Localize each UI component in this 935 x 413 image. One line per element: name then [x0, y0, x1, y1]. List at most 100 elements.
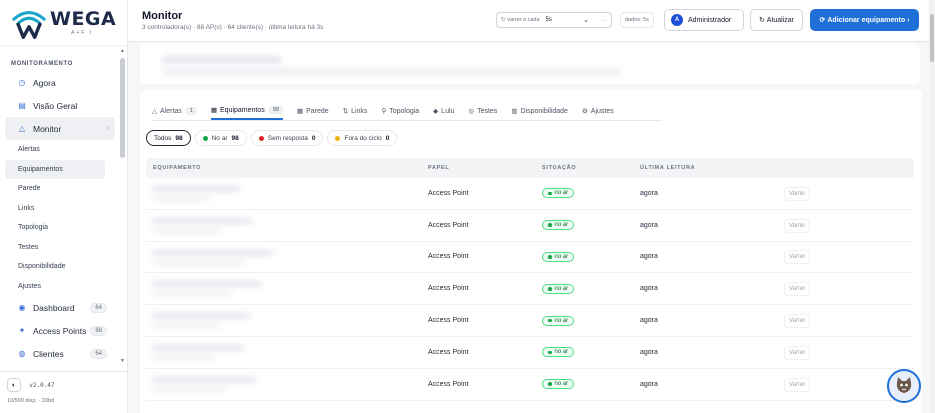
scroll-up-icon[interactable]: ▲ — [120, 48, 125, 54]
status-cell: no ar — [542, 379, 640, 390]
status-cell: no ar — [542, 251, 640, 262]
test-icon: ◎ — [468, 108, 475, 115]
table-row[interactable]: Access Point no ar agora Varrer — [146, 369, 914, 401]
role-cell: Access Point — [428, 189, 469, 197]
tab-bar: △ Alertas 1 ▦ Equipamentos 98 ▦ Parede ⇅… — [152, 105, 662, 121]
grid-icon: ▦ — [210, 107, 218, 114]
scroll-thumb[interactable] — [930, 14, 934, 62]
topology-icon: ⚲ — [381, 108, 387, 115]
status-badge: no ar — [542, 315, 575, 326]
status-badge: no ar — [542, 251, 575, 262]
add-button-label: Adicionar equipamento — [827, 16, 906, 24]
sidebar-item-monitor[interactable]: △ Monitor ‹ — [5, 117, 115, 140]
tab-links[interactable]: ⇅ Links — [343, 105, 368, 120]
tab-label: Lulu — [441, 107, 455, 115]
sidebar-scrollbar[interactable]: ▲ ▼ — [120, 48, 125, 366]
refresh-label: varrer a cada — [507, 17, 540, 23]
role-cell: Access Point — [428, 380, 469, 388]
table-row[interactable]: Access Point no ar agora Varrer — [146, 305, 914, 337]
refresh-button[interactable]: ↻ Atualizar — [750, 9, 803, 31]
column-header[interactable]: ÚLTIMA LEITURA — [640, 165, 695, 171]
cat-mascot-icon — [896, 377, 912, 393]
scan-button[interactable]: Varrer — [784, 345, 811, 360]
column-header[interactable]: SITUAÇÃO — [542, 165, 640, 171]
count-badge: 64 — [90, 302, 107, 313]
filter-no-ar[interactable]: No ar 98 — [194, 130, 247, 146]
clock-icon: ◷ — [18, 78, 26, 87]
refresh-icon: ↻ — [758, 17, 767, 24]
column-header[interactable]: PAPEL — [428, 165, 542, 171]
overview-icon: ▤ — [18, 101, 26, 110]
refresh-button-label: Atualizar — [766, 16, 795, 24]
sidebar-item-label: Dashboard — [33, 302, 75, 313]
tab-disponibilidade[interactable]: ▥ Disponibilidade — [511, 105, 568, 120]
scan-cell: Varrer — [784, 314, 811, 329]
table-row[interactable]: Access Point no ar agora Varrer — [146, 178, 914, 210]
role-cell: Access Point — [428, 253, 469, 261]
wall-icon: ▦ — [296, 108, 304, 115]
page-scrollbar[interactable] — [929, 0, 935, 413]
tab-ajustes[interactable]: ⚙ Ajustes — [582, 105, 614, 120]
filter-count: 98 — [231, 134, 239, 142]
tab-alertas[interactable]: △ Alertas 1 — [152, 105, 197, 120]
tab-label: Disponibilidade — [520, 107, 568, 115]
add-equipment-button[interactable]: ⟳ Adicionar equipamento › — [810, 9, 919, 31]
logo[interactable]: WEGA A+F I — [0, 0, 127, 46]
refresh-interval-select[interactable]: ↻ varrer a cada 5s ⌄ … — [496, 12, 612, 28]
tab-testes[interactable]: ◎ Testes — [468, 105, 497, 120]
table-row[interactable]: Access Point no ar agora Varrer — [146, 242, 914, 274]
sidebar-sub-equipamentos[interactable]: Equipamentos — [5, 159, 105, 179]
tab-label: Parede — [306, 107, 329, 115]
chevron-down-icon: ⌄ — [583, 17, 589, 24]
tab-topologia[interactable]: ⚲ Topologia — [381, 105, 419, 120]
sidebar-item-dashboard[interactable]: ◉ Dashboard 64 — [5, 296, 115, 319]
filter-count: 0 — [311, 134, 316, 142]
sidebar-sub-links[interactable]: Links — [5, 199, 105, 219]
scan-button[interactable]: Varrer — [784, 186, 811, 201]
add-icon: ⟳ — [819, 17, 828, 24]
more-icon[interactable]: … — [602, 17, 608, 23]
sidebar-item-agora[interactable]: ◷ Agora — [5, 71, 115, 94]
table-row[interactable]: Access Point no ar agora Varrer — [146, 210, 914, 242]
scan-cell: Varrer — [784, 250, 811, 265]
sidebar-sub-alertas[interactable]: Alertas — [5, 140, 105, 160]
scan-button[interactable]: Varrer — [784, 250, 811, 265]
table-row[interactable]: Access Point no ar agora Varrer — [146, 273, 914, 306]
role-cell: Access Point — [428, 317, 469, 325]
column-header[interactable]: EQUIPAMENTO — [146, 165, 428, 171]
tab-parede[interactable]: ▦ Parede — [297, 105, 329, 120]
sidebar-item-visao-geral[interactable]: ▤ Visão Geral — [5, 94, 115, 117]
sidebar-sub-ajustes[interactable]: Ajustes — [5, 277, 105, 297]
equipment-name-redacted — [146, 273, 428, 304]
table-row[interactable]: Access Point no ar agora Varrer — [146, 337, 914, 369]
gear-icon: ⚙ — [581, 108, 588, 115]
filter-sem-resposta[interactable]: Sem resposta 0 — [250, 130, 324, 146]
scroll-down-icon[interactable]: ▼ — [120, 358, 125, 364]
scroll-thumb[interactable] — [120, 58, 125, 158]
filter-todos[interactable]: Todos 98 — [146, 130, 191, 146]
status-badge: no ar — [542, 379, 575, 390]
tab-lulu[interactable]: ◆ Lulu — [433, 105, 454, 120]
sidebar-item-clientes[interactable]: ◍ Clientes 64 — [5, 342, 115, 365]
sidebar-sub-testes[interactable]: Testes — [5, 238, 105, 258]
status-dot-icon — [548, 382, 552, 386]
filter-fora-do-ciclo[interactable]: Fora do ciclo 0 — [327, 130, 398, 146]
equipment-card: △ Alertas 1 ▦ Equipamentos 98 ▦ Parede ⇅… — [140, 90, 922, 413]
status-dot-icon — [548, 191, 552, 196]
tab-equipamentos[interactable]: ▦ Equipamentos 98 — [210, 105, 283, 120]
sidebar-sub-disponibilidade[interactable]: Disponibilidade — [5, 257, 105, 277]
sidebar-item-access-points[interactable]: ✦ Access Points 88 — [5, 319, 115, 342]
status-dot-icon — [548, 318, 552, 323]
scan-button[interactable]: Varrer — [784, 282, 811, 297]
scan-button[interactable]: Varrer — [784, 314, 811, 329]
scan-button[interactable]: Varrer — [784, 377, 811, 392]
theme-toggle-icon[interactable]: ◐ — [7, 378, 21, 392]
sidebar-sub-parede[interactable]: Parede — [5, 179, 105, 199]
scan-cell: Varrer — [784, 345, 811, 360]
scan-button[interactable]: Varrer — [784, 218, 811, 233]
assistant-avatar-button[interactable] — [887, 369, 921, 403]
status-text: no ar — [554, 222, 569, 229]
sidebar-sub-topologia[interactable]: Topologia — [5, 218, 105, 238]
version-label: v2.0.47 — [29, 381, 55, 389]
user-menu-button[interactable]: A Administrador — [664, 9, 744, 31]
